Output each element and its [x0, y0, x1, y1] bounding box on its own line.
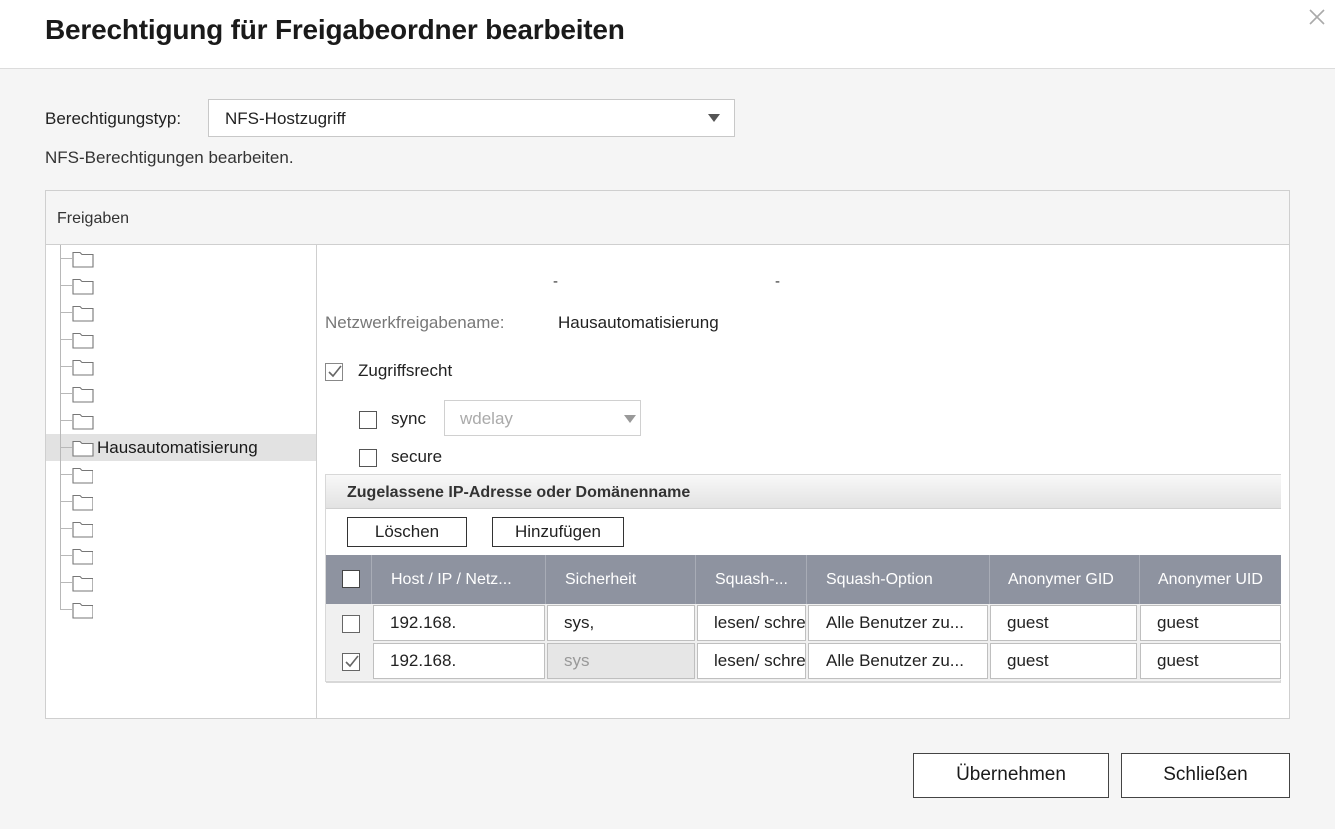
host-cell[interactable]: 192.168.	[373, 605, 545, 641]
sync-label: sync	[391, 409, 426, 428]
row-checkbox[interactable]	[342, 653, 360, 671]
security-cell[interactable]: sys,	[547, 605, 695, 641]
apply-button[interactable]: Übernehmen	[913, 753, 1109, 798]
column-header-squash[interactable]: Squash-...	[696, 555, 807, 604]
anon-gid-cell[interactable]: guest	[990, 605, 1137, 641]
shares-header: Freigaben	[46, 191, 1289, 245]
folder-icon	[72, 439, 94, 462]
allowed-ip-section: Zugelassene IP-Adresse oder Domänenname …	[325, 474, 1281, 683]
tree-item-label: Hausautomatisierung	[97, 438, 258, 457]
anon-uid-cell[interactable]: guest	[1140, 643, 1281, 679]
folder-icon	[72, 304, 94, 327]
tree-connector	[60, 528, 72, 529]
secure-checkbox[interactable]	[359, 449, 377, 467]
add-button[interactable]: Hinzufügen	[492, 517, 624, 547]
permission-type-select[interactable]: NFS-Hostzugriff	[208, 99, 735, 137]
dialog-header: Berechtigung für Freigabeordner bearbeit…	[0, 0, 1335, 69]
folder-icon	[72, 466, 94, 489]
folder-icon	[72, 277, 94, 300]
folder-icon	[72, 385, 94, 408]
anon-gid-cell[interactable]: guest	[990, 643, 1137, 679]
separator-dash: -	[775, 273, 780, 290]
squash-option-cell[interactable]: Alle Benutzer zu...	[808, 643, 988, 679]
tree-connector	[60, 366, 72, 367]
squash-cell[interactable]: lesen/ schreiben	[697, 643, 806, 679]
permission-type-value: NFS-Hostzugriff	[225, 109, 346, 128]
permission-dialog: Berechtigung für Freigabeordner bearbeit…	[0, 0, 1335, 829]
tree-connector	[60, 285, 72, 286]
access-label: Zugriffsrecht	[358, 361, 453, 380]
wdelay-value: wdelay	[460, 409, 513, 428]
share-tree: Hausautomatisierung	[46, 245, 317, 718]
tree-connector	[60, 420, 72, 421]
wdelay-select[interactable]: wdelay	[444, 400, 641, 436]
sync-checkbox[interactable]	[359, 411, 377, 429]
share-name-value: Hausautomatisierung	[558, 313, 719, 332]
folder-icon	[72, 250, 94, 273]
shares-panel: Freigaben Hausautomatisierung - - Netzwe…	[45, 190, 1290, 719]
folder-icon	[72, 493, 94, 516]
folder-icon	[72, 358, 94, 381]
permission-type-label: Berechtigungstyp:	[45, 109, 182, 128]
chevron-down-icon	[624, 415, 636, 423]
tree-connector	[60, 555, 72, 556]
folder-icon	[72, 547, 94, 570]
host-cell[interactable]: 192.168.	[373, 643, 545, 679]
chevron-down-icon	[708, 114, 720, 122]
grid-bottom-border	[326, 682, 1281, 683]
table-row: 192.168. sys lesen/ schreiben Alle Benut…	[326, 642, 1281, 680]
squash-option-cell[interactable]: Alle Benutzer zu...	[808, 605, 988, 641]
select-all-checkbox[interactable]	[342, 570, 360, 588]
security-cell: sys	[547, 643, 695, 679]
column-header-host[interactable]: Host / IP / Netz...	[372, 555, 546, 604]
squash-cell[interactable]: lesen/ schreiben	[697, 605, 806, 641]
delete-button[interactable]: Löschen	[347, 517, 467, 547]
column-header-security[interactable]: Sicherheit	[546, 555, 696, 604]
folder-icon	[72, 412, 94, 435]
shares-header-label: Freigaben	[57, 210, 130, 227]
separator-dash: -	[553, 273, 558, 290]
dialog-title: Berechtigung für Freigabeordner bearbeit…	[45, 14, 625, 45]
allowed-ip-header: Zugelassene IP-Adresse oder Domänenname	[326, 475, 1281, 509]
permission-description: NFS-Berechtigungen bearbeiten.	[45, 148, 294, 167]
access-checkbox[interactable]	[325, 363, 343, 381]
tree-connector	[60, 312, 72, 313]
ip-toolbar: Löschen Hinzufügen	[326, 509, 1281, 555]
tree-connector	[60, 258, 72, 259]
redacted-area	[93, 461, 225, 647]
close-icon[interactable]	[1306, 6, 1328, 28]
tree-connector	[60, 393, 72, 394]
share-name-label: Netzwerkfreigabename:	[325, 313, 505, 332]
ip-grid-header: Host / IP / Netz... Sicherheit Squash-..…	[326, 555, 1281, 604]
table-row: 192.168. sys, lesen/ schreiben Alle Benu…	[326, 604, 1281, 642]
column-header-anon-gid[interactable]: Anonymer GID	[990, 555, 1140, 604]
share-details: - - Netzwerkfreigabename: Hausautomatisi…	[318, 245, 1289, 718]
folder-icon	[72, 520, 94, 543]
tree-connector	[60, 596, 61, 610]
secure-label: secure	[391, 447, 443, 466]
tree-connector	[60, 582, 72, 583]
row-checkbox[interactable]	[342, 615, 360, 633]
anon-uid-cell[interactable]: guest	[1140, 605, 1281, 641]
column-header-anon-uid[interactable]: Anonymer UID	[1140, 555, 1281, 604]
folder-icon	[72, 331, 94, 354]
tree-connector	[60, 447, 72, 448]
tree-item[interactable]: Hausautomatisierung	[46, 434, 316, 461]
tree-connector	[60, 609, 72, 610]
tree-connector	[60, 501, 72, 502]
tree-connector	[60, 474, 72, 475]
tree-connector	[60, 339, 72, 340]
folder-icon	[72, 601, 94, 624]
redacted-area	[97, 249, 251, 429]
folder-icon	[72, 574, 94, 597]
column-header-squash-option[interactable]: Squash-Option	[807, 555, 990, 604]
close-button[interactable]: Schließen	[1121, 753, 1290, 798]
allowed-ip-title: Zugelassene IP-Adresse oder Domänenname	[347, 484, 691, 501]
select-all-cell	[326, 555, 372, 604]
